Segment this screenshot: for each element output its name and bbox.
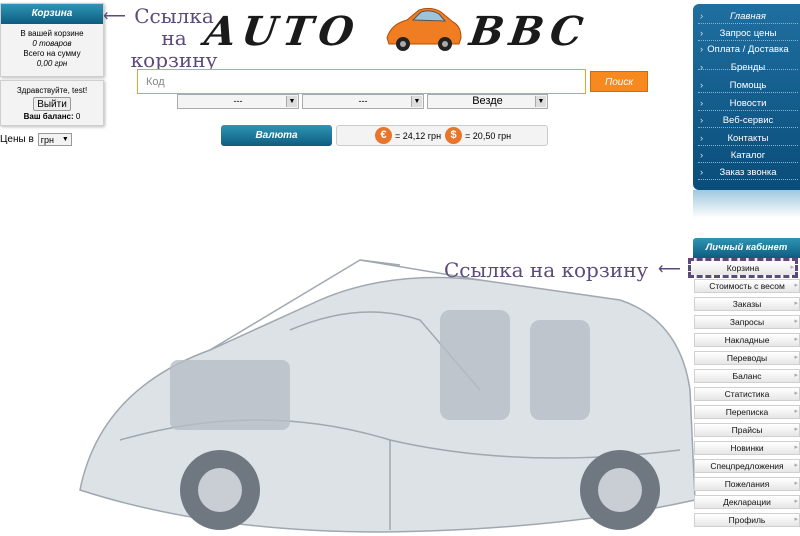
cabinet-item-new-items[interactable]: Новинки	[694, 441, 800, 455]
balance-label: Ваш баланс:	[23, 112, 74, 121]
cabinet-item-correspondence[interactable]: Переписка	[694, 405, 800, 419]
usd-rate-value: = 20,50 грн	[465, 130, 512, 141]
usd-rate: $ = 20,50 грн	[445, 127, 511, 144]
cart-total-value: 0,00 грн	[36, 59, 68, 68]
nav-item-catalog[interactable]: Каталог	[698, 149, 798, 163]
chevron-down-icon: ▼	[61, 136, 69, 143]
cabinet-item-wishes[interactable]: Пожелания	[694, 477, 800, 491]
dollar-icon: $	[445, 127, 463, 144]
prices-label: Цены в	[0, 134, 34, 145]
cabinet-item-transfers[interactable]: Переводы	[694, 351, 800, 365]
nav-item-web-service[interactable]: Веб-сервис	[698, 114, 798, 128]
nav-item-callback[interactable]: Заказ звонка	[698, 166, 798, 180]
nav-item-help[interactable]: Помощь	[698, 79, 798, 93]
cabinet-item-orders[interactable]: Заказы	[694, 297, 800, 311]
exchange-rates: € = 24,12 грн $ = 20,50 грн	[336, 125, 548, 146]
cabinet-item-cart[interactable]: Корзина	[688, 258, 798, 278]
cabinet-item-invoices[interactable]: Накладные	[694, 333, 800, 347]
logo-text-right: BBC	[466, 8, 592, 55]
eur-rate-value: = 24,12 грн	[395, 130, 442, 141]
price-currency-row: Цены в грн ▼	[0, 133, 72, 146]
search-button[interactable]: Поиск	[590, 71, 648, 92]
cabinet-item-profile[interactable]: Профиль	[694, 513, 800, 527]
currency-select-value: грн	[40, 134, 55, 145]
nav-item-home[interactable]: Главная	[698, 10, 798, 24]
logout-button[interactable]: Выйти	[33, 97, 71, 111]
search-input[interactable]: Код	[137, 69, 586, 94]
model-select[interactable]: --- ▼	[302, 94, 424, 109]
login-panel: Здравствуйте, test! Выйти Ваш баланс: 0	[0, 80, 104, 126]
currency-button[interactable]: Валюта	[221, 125, 332, 146]
chevron-down-icon: ▼	[535, 96, 546, 107]
nav-item-news[interactable]: Новости	[698, 97, 798, 111]
chevron-down-icon: ▼	[411, 96, 422, 107]
logo-text-left: AUTO	[201, 8, 363, 55]
cart-items-count: 0 товаров	[32, 39, 72, 48]
currency-select[interactable]: грн ▼	[37, 133, 72, 146]
site-logo[interactable]: AUTO BBC	[201, 2, 592, 58]
cart-total-label: Всего на сумму	[23, 49, 81, 58]
cart-in-cart-label: В вашей корзине	[20, 29, 84, 38]
cabinet-title: Личный кабинет	[693, 238, 800, 258]
nav-item-brands[interactable]: Бренды	[698, 61, 798, 75]
main-nav: Главная Запрос цены Оплата / Доставка Бр…	[693, 4, 800, 190]
cart-panel: Корзина В вашей корзине 0 товаров Всего …	[0, 3, 104, 77]
annotation-arrow-right-icon: ⟵	[658, 261, 681, 278]
eur-rate: € = 24,12 грн	[375, 127, 441, 144]
scope-select[interactable]: Везде ▼	[427, 94, 548, 109]
balance-line: Ваш баланс: 0	[1, 112, 103, 121]
balance-value: 0	[75, 112, 81, 121]
cabinet-item-balance[interactable]: Баланс	[694, 369, 800, 383]
car-logo-icon	[386, 7, 462, 51]
cabinet-item-price-lists[interactable]: Прайсы	[694, 423, 800, 437]
euro-icon: €	[375, 127, 392, 144]
scope-select-value: Везде	[472, 95, 503, 107]
cabinet-item-special-offers[interactable]: Спецпредложения	[694, 459, 800, 473]
annotation-cart-link-right: Ссылка на корзину	[444, 258, 649, 282]
cabinet-item-declarations[interactable]: Декларации	[694, 495, 800, 509]
greeting-text: Здравствуйте, test!	[16, 86, 88, 95]
annotation-arrow-left-icon: ⟵	[103, 8, 126, 25]
car-illustration	[79, 259, 696, 533]
chevron-down-icon: ▼	[286, 96, 297, 107]
model-select-value: ---	[358, 96, 368, 106]
nav-fade	[693, 190, 800, 218]
brand-select[interactable]: --- ▼	[177, 94, 299, 109]
cart-title[interactable]: Корзина	[1, 4, 103, 24]
nav-item-contacts[interactable]: Контакты	[698, 132, 798, 146]
brand-select-value: ---	[233, 96, 243, 106]
cabinet-item-statistics[interactable]: Статистика	[694, 387, 800, 401]
cabinet-item-cost-with-weight[interactable]: Стоимость с весом	[694, 279, 800, 293]
nav-item-price-request[interactable]: Запрос цены	[698, 27, 798, 41]
cabinet-item-requests[interactable]: Запросы	[694, 315, 800, 329]
